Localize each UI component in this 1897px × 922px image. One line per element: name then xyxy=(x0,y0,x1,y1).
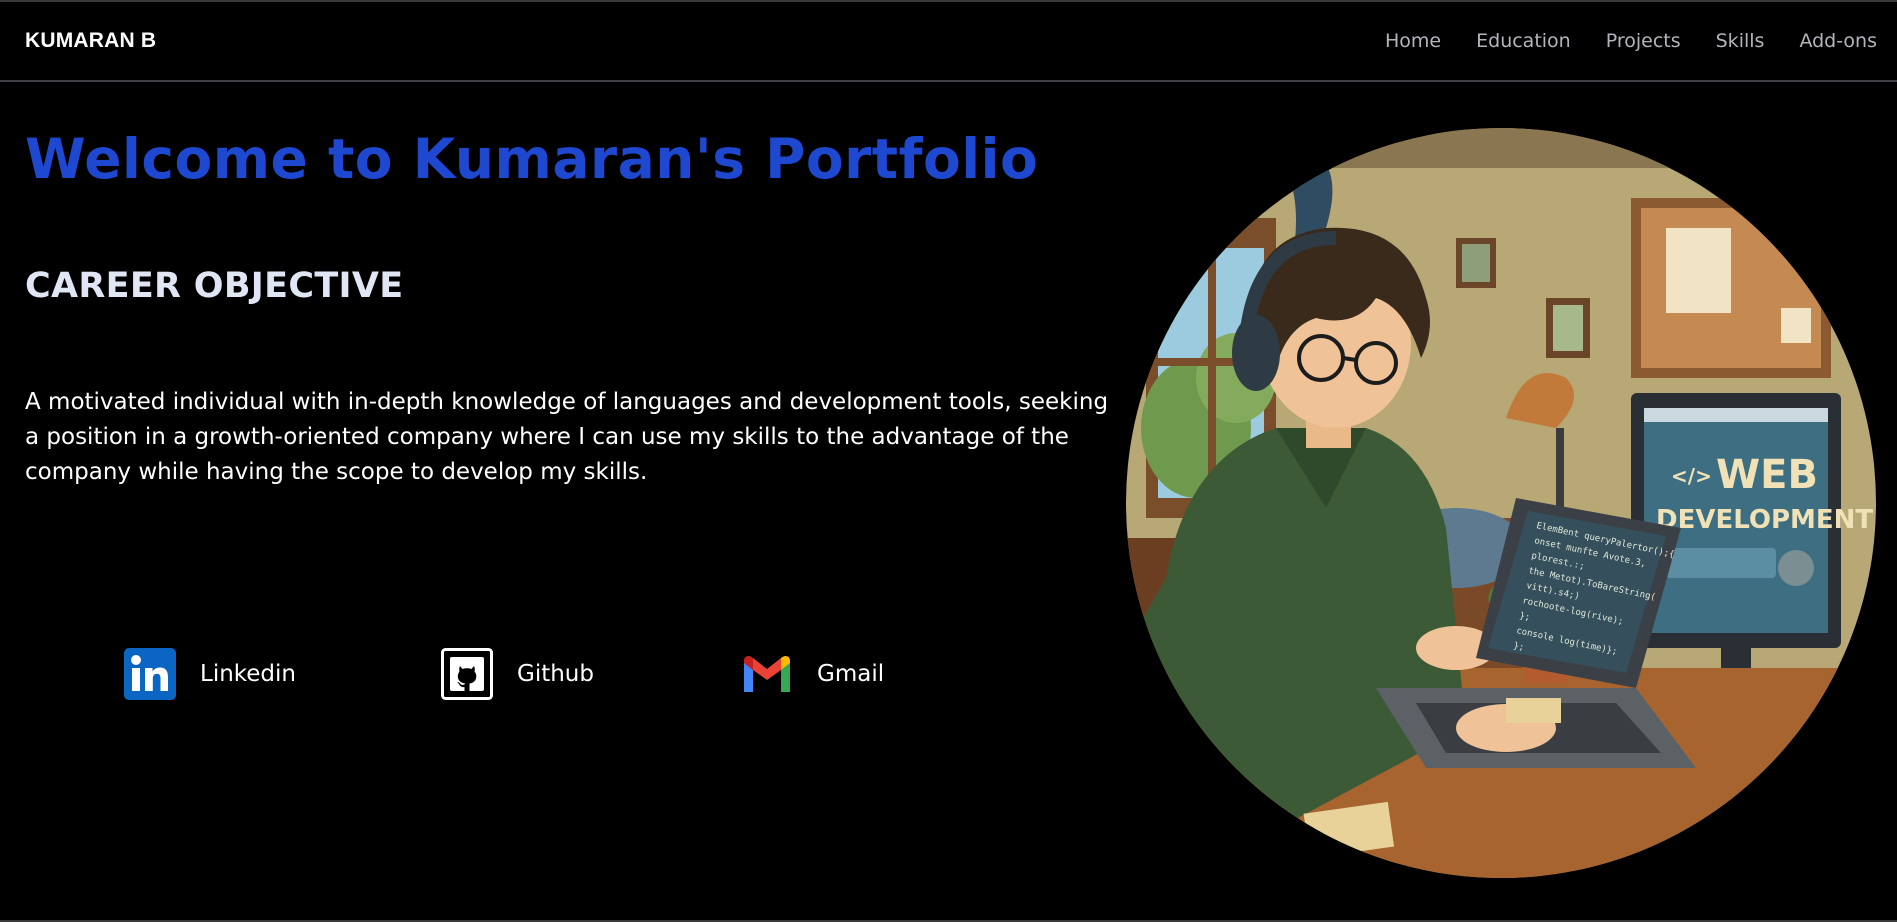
github-icon xyxy=(441,648,493,700)
developer-illustration: </> WEB DEVELOPMENT ElemBent queryPalert… xyxy=(1126,128,1876,878)
linkedin-icon xyxy=(124,648,176,700)
navbar: KUMARAN B Home Education Projects Skills… xyxy=(0,2,1897,82)
nav-links: Home Education Projects Skills Add-ons xyxy=(1385,30,1877,52)
portfolio-page: KUMARAN B Home Education Projects Skills… xyxy=(0,0,1897,922)
svg-text:</>: </> xyxy=(1671,464,1712,488)
monitor-text-development: DEVELOPMENT xyxy=(1656,505,1873,535)
nav-link-projects[interactable]: Projects xyxy=(1606,30,1681,52)
nav-link-add-ons[interactable]: Add-ons xyxy=(1799,30,1877,52)
nav-link-home[interactable]: Home xyxy=(1385,30,1441,52)
gmail-label: Gmail xyxy=(817,661,885,687)
nav-link-education[interactable]: Education xyxy=(1476,30,1571,52)
brand-name[interactable]: KUMARAN B xyxy=(25,29,156,53)
nav-link-skills[interactable]: Skills xyxy=(1716,30,1765,52)
hero-title: Welcome to Kumaran's Portfolio xyxy=(25,127,1039,191)
linkedin-label: Linkedin xyxy=(200,661,296,687)
github-link[interactable]: Github xyxy=(441,648,594,700)
developer-illustration-image: </> WEB DEVELOPMENT ElemBent queryPalert… xyxy=(1126,128,1876,878)
monitor-text-web: WEB xyxy=(1716,452,1818,498)
gmail-link[interactable]: Gmail xyxy=(741,648,884,700)
career-objective-heading: CAREER OBJECTIVE xyxy=(25,266,404,306)
github-label: Github xyxy=(517,661,594,687)
career-objective-text: A motivated individual with in-depth kno… xyxy=(25,389,1109,485)
gmail-icon xyxy=(744,656,790,692)
linkedin-link[interactable]: Linkedin xyxy=(124,648,296,700)
